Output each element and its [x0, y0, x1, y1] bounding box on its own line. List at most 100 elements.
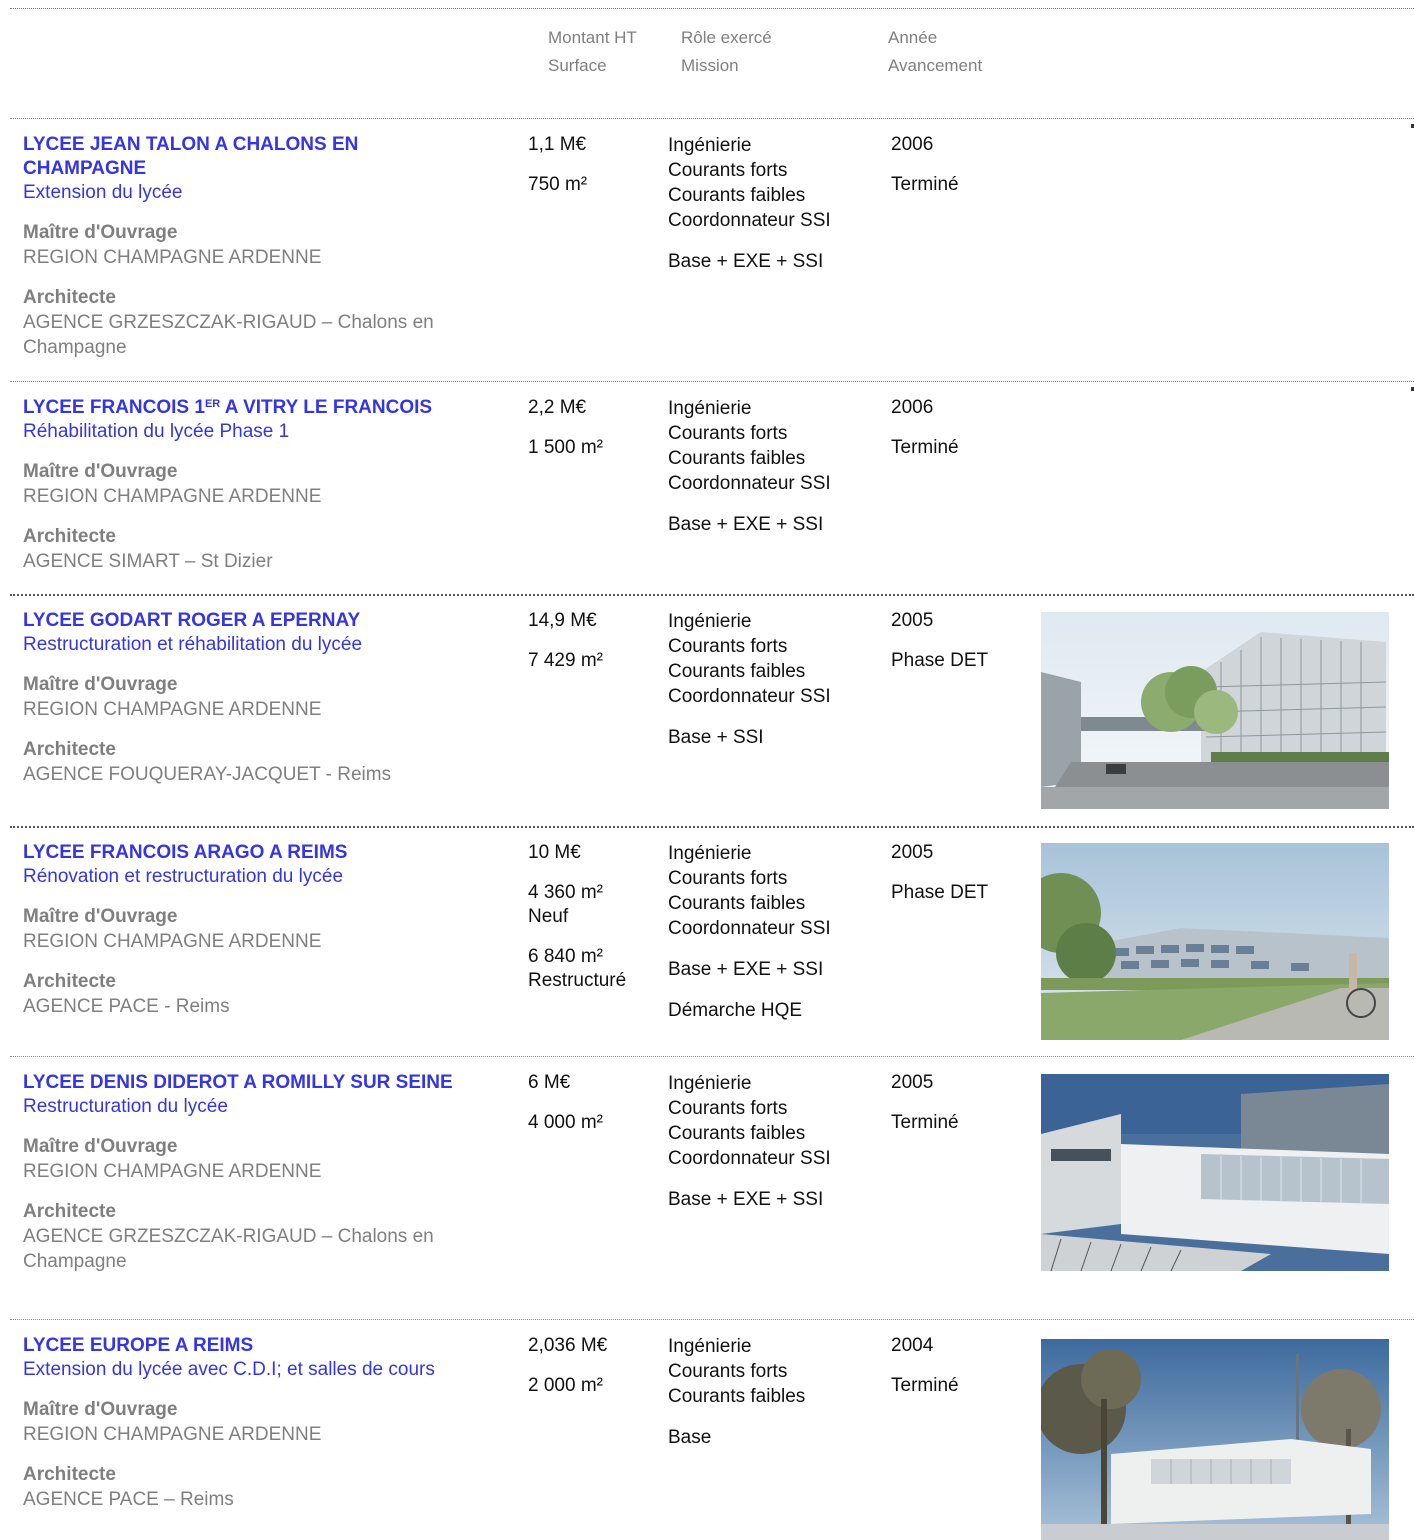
annee-value: 2005	[891, 842, 934, 863]
montant-surface: 2,2 M€ 1 500 m²	[528, 396, 658, 460]
annee-avancement: 2005 Phase DET	[891, 841, 1021, 905]
role-value: Coordonnateur SSI	[668, 1148, 831, 1169]
mission-extra: Démarche HQE	[668, 1000, 803, 1021]
project-title: LYCEE GODART ROGER A EPERNAY	[23, 610, 361, 631]
project-row: LYCEE DENIS DIDEROT A ROMILLY SUR SEINE …	[0, 1056, 1414, 1301]
montant-surface: 6 M€ 4 000 m²	[528, 1071, 658, 1135]
header-role: Rôle exercé	[681, 28, 772, 47]
role-mission: Ingénierie Courants forts Courants faibl…	[668, 133, 878, 274]
architecte-value: AGENCE GRZESZCZAK-RIGAUD – Chalons en Ch…	[23, 312, 434, 358]
role-value: Ingénierie	[668, 843, 752, 864]
architecte-label: Architecte	[23, 1201, 116, 1222]
maitre-label: Maître d'Ouvrage	[23, 461, 178, 482]
project-description: LYCEE GODART ROGER A EPERNAY Restructura…	[23, 609, 503, 787]
montant-surface: 1,1 M€ 750 m²	[528, 133, 658, 197]
surface-value: 7 429 m²	[528, 650, 603, 671]
project-subtitle: Rénovation et restructuration du lycée	[23, 866, 344, 887]
role-value: Courants forts	[668, 1098, 788, 1119]
annee-value: 2006	[891, 134, 934, 155]
header-avancement: Avancement	[888, 56, 983, 75]
project-title: LYCEE EUROPE A REIMS	[23, 1335, 254, 1356]
role-value: Coordonnateur SSI	[668, 918, 831, 939]
architecte-label: Architecte	[23, 287, 116, 308]
project-subtitle: Restructuration du lycée	[23, 1096, 228, 1117]
building-photo	[1041, 612, 1389, 809]
surface-value: 4 360 m² Neuf	[528, 882, 603, 927]
project-row: LYCEE FRANCOIS 1ER A VITRY LE FRANCOIS R…	[0, 381, 1414, 591]
project-description: LYCEE EUROPE A REIMS Extension du lycée …	[23, 1334, 503, 1512]
mission-value: Base + EXE + SSI	[668, 514, 824, 535]
header-role-mission: Rôle exercé Mission	[681, 24, 772, 80]
annee-avancement: 2005 Terminé	[891, 1071, 1021, 1135]
row-separator	[10, 594, 1414, 596]
montant-value: 6 M€	[528, 1072, 571, 1093]
project-title: LYCEE DENIS DIDEROT A ROMILLY SUR SEINE	[23, 1072, 453, 1093]
role-mission: Ingénierie Courants forts Courants faibl…	[668, 1334, 878, 1450]
role-value: Courants forts	[668, 1361, 788, 1382]
row-separator	[10, 118, 1414, 119]
header-annee: Année	[888, 28, 938, 47]
project-title: LYCEE JEAN TALON A CHALONS EN CHAMPAGNE	[23, 134, 359, 179]
annee-avancement: 2006 Terminé	[891, 396, 1021, 460]
role-value: Coordonnateur SSI	[668, 210, 831, 231]
role-mission: Ingénierie Courants forts Courants faibl…	[668, 1071, 878, 1212]
role-value: Courants faibles	[668, 893, 806, 914]
project-subtitle: Réhabilitation du lycée Phase 1	[23, 421, 290, 442]
avancement-value: Terminé	[891, 1112, 959, 1133]
role-value: Courants faibles	[668, 1123, 806, 1144]
mission-value: Base + EXE + SSI	[668, 959, 824, 980]
role-value: Courants faibles	[668, 185, 806, 206]
role-value: Ingénierie	[668, 135, 752, 156]
project-row: LYCEE JEAN TALON A CHALONS EN CHAMPAGNE …	[0, 118, 1414, 365]
mission-value: Base + EXE + SSI	[668, 251, 824, 272]
annee-value: 2004	[891, 1335, 934, 1356]
role-value: Coordonnateur SSI	[668, 473, 831, 494]
mission-value: Base	[668, 1427, 712, 1448]
maitre-value: REGION CHAMPAGNE ARDENNE	[23, 247, 322, 268]
avancement-value: Terminé	[891, 437, 959, 458]
header-montant-surface: Montant HT Surface	[548, 24, 637, 80]
architecte-label: Architecte	[23, 1464, 116, 1485]
architecte-value: AGENCE PACE – Reims	[23, 1489, 234, 1510]
avancement-value: Phase DET	[891, 650, 989, 671]
project-title-main: LYCEE FRANCOIS 1	[23, 397, 205, 418]
building-photo	[1041, 1074, 1389, 1271]
project-title: LYCEE FRANCOIS 1ER A VITRY LE FRANCOIS	[23, 396, 503, 420]
maitre-label: Maître d'Ouvrage	[23, 1399, 178, 1420]
project-title-sup: ER	[204, 398, 221, 410]
architecte-label: Architecte	[23, 526, 116, 547]
maitre-label: Maître d'Ouvrage	[23, 674, 178, 695]
header-surface: Surface	[548, 56, 607, 75]
row-separator	[10, 1319, 1414, 1320]
surface-value: 6 840 m² Restructuré	[528, 946, 627, 991]
project-title-rest: A VITRY LE FRANCOIS	[220, 397, 433, 418]
surface-value: 4 000 m²	[528, 1112, 603, 1133]
maitre-value: REGION CHAMPAGNE ARDENNE	[23, 931, 322, 952]
role-value: Courants faibles	[668, 661, 806, 682]
maitre-value: REGION CHAMPAGNE ARDENNE	[23, 699, 322, 720]
top-separator	[10, 8, 1414, 9]
header-montant: Montant HT	[548, 28, 637, 47]
maitre-value: REGION CHAMPAGNE ARDENNE	[23, 486, 322, 507]
annee-avancement: 2006 Terminé	[891, 133, 1021, 197]
role-value: Ingénierie	[668, 398, 752, 419]
role-mission: Ingénierie Courants forts Courants faibl…	[668, 396, 878, 537]
montant-value: 1,1 M€	[528, 134, 587, 155]
project-row: LYCEE GODART ROGER A EPERNAY Restructura…	[0, 594, 1414, 819]
role-value: Coordonnateur SSI	[668, 686, 831, 707]
montant-value: 10 M€	[528, 842, 581, 863]
role-value: Courants faibles	[668, 1386, 806, 1407]
project-description: LYCEE FRANCOIS 1ER A VITRY LE FRANCOIS R…	[23, 396, 503, 574]
montant-surface: 14,9 M€ 7 429 m²	[528, 609, 658, 673]
annee-value: 2005	[891, 1072, 934, 1093]
architecte-label: Architecte	[23, 971, 116, 992]
role-value: Courants faibles	[668, 448, 806, 469]
avancement-value: Terminé	[891, 1375, 959, 1396]
role-value: Courants forts	[668, 160, 788, 181]
montant-value: 14,9 M€	[528, 610, 597, 631]
row-separator	[10, 1056, 1414, 1057]
project-row: LYCEE EUROPE A REIMS Extension du lycée …	[0, 1319, 1414, 1540]
architecte-label: Architecte	[23, 739, 116, 760]
building-photo	[1041, 1339, 1389, 1540]
role-mission: Ingénierie Courants forts Courants faibl…	[668, 841, 878, 1023]
